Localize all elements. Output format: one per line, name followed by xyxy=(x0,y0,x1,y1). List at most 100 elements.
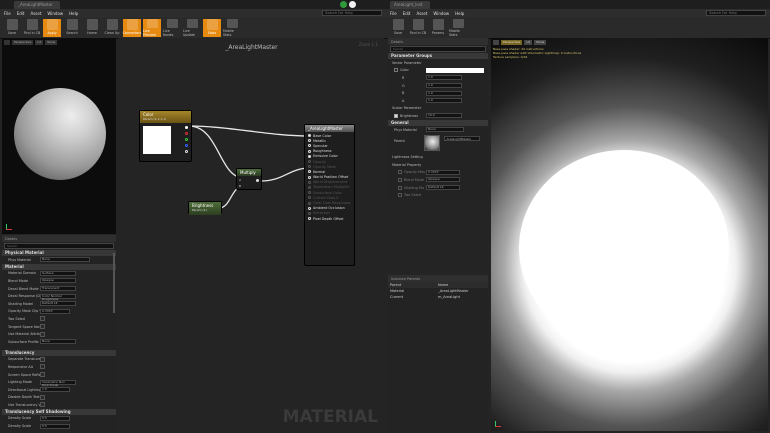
pin-world-displacement[interactable]: World Displacement xyxy=(308,180,354,185)
details-tab[interactable]: Details xyxy=(2,235,116,242)
live-update-button[interactable]: Live Update xyxy=(183,19,201,37)
brightness-override-checkbox[interactable] xyxy=(394,113,398,118)
parent-dropdown[interactable]: _AreaLightMaster xyxy=(444,136,480,142)
b-output-pin[interactable] xyxy=(185,144,188,147)
instance-preview-viewport[interactable]: Perspective Lit Show Base pass shader: 2… xyxy=(491,38,768,431)
property-checkbox[interactable] xyxy=(40,331,45,337)
home-button[interactable]: Home xyxy=(83,19,101,37)
material-property-group[interactable]: Material Property xyxy=(388,161,488,169)
property-checkbox[interactable] xyxy=(40,356,45,362)
source-control-icon[interactable] xyxy=(340,1,347,8)
multiply-node[interactable]: Multiply A B xyxy=(236,168,262,190)
color-b-input[interactable]: 1.0 xyxy=(426,90,462,96)
rgb-output-pin[interactable] xyxy=(185,126,188,129)
menu-help[interactable]: Help xyxy=(455,11,464,16)
color-r-input[interactable]: 1.0 xyxy=(426,75,462,81)
property-checkbox[interactable] xyxy=(40,316,45,322)
menu-edit[interactable]: Edit xyxy=(403,11,411,16)
material-result-node[interactable]: _AreaLightMaster Base Color Metallic Specu… xyxy=(304,124,355,266)
override-checkbox[interactable] xyxy=(398,185,402,190)
lit-button[interactable]: Lit xyxy=(524,40,533,45)
property-dropdown[interactable]: Opaque xyxy=(40,278,76,284)
multiply-pin-a[interactable]: A xyxy=(239,178,241,182)
property-checkbox[interactable] xyxy=(40,364,45,370)
help-search-input[interactable]: Search For Help xyxy=(706,10,766,16)
property-dropdown[interactable]: Surface xyxy=(40,270,76,276)
help-search-input[interactable]: Search For Help xyxy=(322,10,382,16)
property-dropdown[interactable]: Color Normal Roughness xyxy=(40,293,76,300)
brightness-param-node[interactable]: Brightness Param (1) xyxy=(188,201,222,215)
menu-file[interactable]: File xyxy=(390,11,397,16)
menu-help[interactable]: Help xyxy=(69,11,78,16)
property-dropdown[interactable]: None xyxy=(40,339,76,345)
pin-world-position-offset[interactable]: World Position Offset xyxy=(308,175,354,180)
connectors-button[interactable]: Connectors xyxy=(123,19,141,37)
phys-material-dropdown[interactable]: None xyxy=(40,257,90,263)
override-checkbox[interactable] xyxy=(398,193,402,198)
menu-window[interactable]: Window xyxy=(433,11,449,16)
find-in-cb-button[interactable]: Find in CB xyxy=(23,19,41,37)
multiply-output-pin[interactable] xyxy=(256,179,259,182)
pin-pixel-depth-offset[interactable]: Pixel Depth Offset xyxy=(308,216,354,221)
clean-up-button[interactable]: Clean Up xyxy=(103,19,121,37)
parent-thumbnail[interactable] xyxy=(424,135,440,152)
property-input[interactable]: 0.5 xyxy=(40,415,70,421)
pin-tessellation-multiplier[interactable]: Tessellation Multiplier xyxy=(308,185,354,190)
color-swatch-field[interactable] xyxy=(426,67,484,73)
show-button[interactable]: Show xyxy=(534,40,547,45)
lightmass-setting-group[interactable]: Lightmass Setting xyxy=(388,153,488,161)
details-search-input[interactable]: Search xyxy=(390,46,486,52)
instance-parents-tab[interactable]: Instance Parents xyxy=(388,275,488,282)
viewport-menu-button[interactable] xyxy=(493,40,499,45)
override-checkbox[interactable] xyxy=(398,177,402,182)
property-input[interactable]: 0.5 xyxy=(40,423,70,429)
property-checkbox[interactable] xyxy=(40,402,45,408)
details-tab[interactable]: Details xyxy=(388,38,488,45)
save-button[interactable]: Save xyxy=(389,19,407,37)
params-button[interactable]: Params xyxy=(429,19,447,37)
menu-window[interactable]: Window xyxy=(47,11,63,16)
apply-button[interactable]: Apply xyxy=(43,19,61,37)
mobile-stats-button[interactable]: Mobile Stats xyxy=(449,19,467,37)
details-search-input[interactable]: Search xyxy=(4,243,114,249)
menu-asset[interactable]: Asset xyxy=(416,11,427,16)
find-in-cb-button[interactable]: Find in CB xyxy=(409,19,427,37)
live-preview-button[interactable]: Live Preview xyxy=(143,19,161,37)
property-dropdown[interactable]: Translucent xyxy=(40,286,76,292)
color-override-checkbox[interactable] xyxy=(394,68,398,73)
editor-tab[interactable]: AreaLight_Inst xyxy=(390,1,430,9)
stats-button[interactable]: Stats xyxy=(203,19,221,37)
property-input[interactable]: 0.3333 xyxy=(40,308,70,314)
brightness-input[interactable]: 10.0 xyxy=(426,113,462,119)
a-output-pin[interactable] xyxy=(185,150,188,153)
property-dropdown[interactable]: Default Lit xyxy=(40,301,76,307)
save-button[interactable]: Save xyxy=(3,19,21,37)
property-dropdown[interactable]: Default Lit xyxy=(426,185,460,191)
property-dropdown[interactable]: 0.3333 xyxy=(426,169,460,175)
menu-asset[interactable]: Asset xyxy=(30,11,41,16)
editor-tab[interactable]: _AreaLightMaster xyxy=(14,1,60,9)
menu-file[interactable]: File xyxy=(4,11,11,16)
scalar-parameter-group[interactable]: Scalar Parameter xyxy=(388,105,488,113)
property-input[interactable]: 1.0 xyxy=(40,387,70,393)
instance-parent-row[interactable]: Current m_AreaLight xyxy=(388,294,488,300)
r-output-pin[interactable] xyxy=(185,132,188,135)
phys-material-dropdown[interactable]: None xyxy=(426,127,464,133)
property-checkbox[interactable] xyxy=(40,372,45,378)
show-button[interactable]: Show xyxy=(45,40,58,45)
color-g-input[interactable]: 1.0 xyxy=(426,83,462,89)
property-dropdown[interactable]: Volumetric Non Directional xyxy=(40,379,76,386)
mobile-stats-button[interactable]: Mobile Stats xyxy=(223,19,241,37)
search-button[interactable]: Search xyxy=(63,19,81,37)
pin-clear-coat-roughness[interactable]: Clear Coat Roughness xyxy=(308,200,354,205)
multiply-pin-b[interactable]: B xyxy=(239,184,241,188)
property-dropdown[interactable]: Opaque xyxy=(426,177,460,183)
material-graph[interactable]: _AreaLightMaster Zoom 1:1 MATERIAL Color… xyxy=(119,38,384,431)
property-checkbox[interactable] xyxy=(40,324,45,330)
live-nodes-button[interactable]: Live Nodes xyxy=(163,19,181,37)
details-scrollbar[interactable] xyxy=(113,253,115,313)
perspective-button[interactable]: Perspective xyxy=(12,40,34,45)
preview-viewport[interactable]: Perspective Lit Show xyxy=(2,38,116,234)
menu-edit[interactable]: Edit xyxy=(17,11,25,16)
g-output-pin[interactable] xyxy=(185,138,188,141)
